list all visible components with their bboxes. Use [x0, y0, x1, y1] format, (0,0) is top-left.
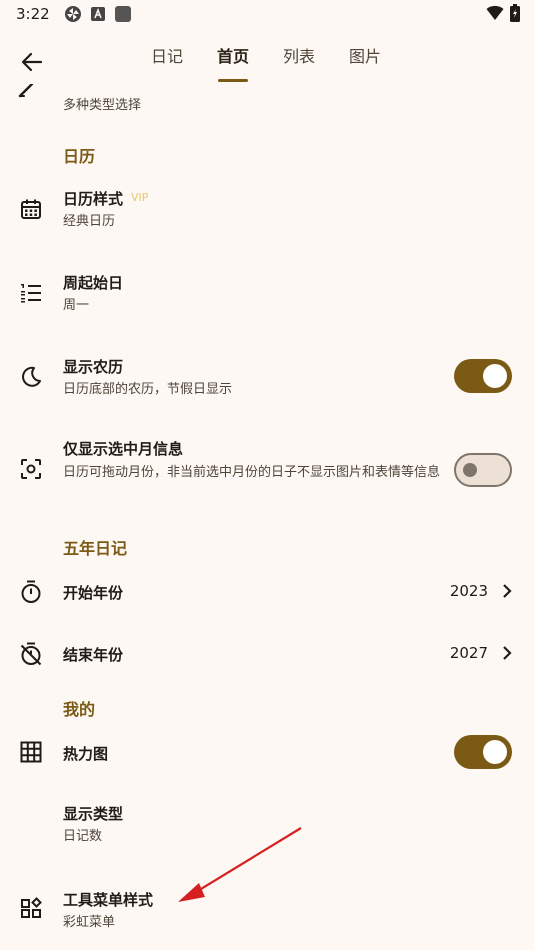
setting-title: 热力图: [63, 745, 109, 763]
timer-icon: [18, 579, 44, 605]
list-item-partial[interactable]: 多种类型选择: [0, 84, 534, 120]
chevron-right-icon: [502, 583, 512, 603]
grid-icon: [18, 739, 44, 765]
lunar-toggle[interactable]: [454, 359, 512, 393]
back-button[interactable]: [14, 44, 50, 80]
section-title-mine: 我的: [63, 700, 96, 719]
setting-subtitle: 日历可拖动月份，非当前选中月份的日子不显示图片和表情等信息: [63, 465, 441, 480]
tab-bar: 日记 首页 列表 图片: [134, 46, 398, 82]
setting-subtitle: 周一: [63, 298, 90, 313]
setting-title: 结束年份: [63, 646, 124, 664]
setting-selected-month-only[interactable]: 仅显示选中月信息 日历可拖动月份，非当前选中月份的日子不显示图片和表情等信息: [0, 432, 534, 508]
setting-week-start[interactable]: 周起始日 周一: [0, 264, 534, 324]
heatmap-toggle[interactable]: [454, 735, 512, 769]
list-numbered-icon: [18, 280, 44, 306]
setting-end-year[interactable]: 结束年份 2027: [0, 632, 534, 676]
toggle-knob: [483, 364, 507, 388]
setting-title: 工具菜单样式: [63, 891, 154, 909]
setting-subtitle: 日记数: [63, 829, 103, 844]
setting-title: 开始年份: [63, 584, 124, 602]
focus-icon: [18, 456, 44, 482]
pen-icon: [18, 84, 38, 104]
setting-title: 显示农历: [63, 358, 124, 376]
start-year-value: 2023: [449, 582, 488, 600]
square-notification-icon: [114, 5, 132, 23]
status-bar: 3:22: [0, 0, 534, 28]
setting-start-year[interactable]: 开始年份 2023: [0, 570, 534, 614]
setting-heatmap[interactable]: 热力图: [0, 730, 534, 774]
setting-title: 日历样式: [63, 190, 124, 208]
status-time: 3:22: [16, 5, 50, 23]
toggle-knob: [483, 740, 507, 764]
setting-title: 周起始日: [63, 274, 124, 292]
setting-calendar-style[interactable]: 日历样式 VIP 经典日历: [0, 180, 534, 240]
setting-subtitle: 日历底部的农历，节假日显示: [63, 382, 233, 397]
setting-subtitle: 经典日历: [63, 214, 116, 229]
arrow-left-icon: [21, 52, 43, 72]
timer-off-icon: [18, 641, 44, 667]
section-title-calendar: 日历: [63, 147, 96, 166]
section-title-five-year: 五年日记: [63, 539, 128, 558]
setting-subtitle: 彩虹菜单: [63, 915, 116, 930]
tab-home[interactable]: 首页: [200, 46, 266, 82]
tab-diary[interactable]: 日记: [134, 46, 200, 76]
top-bar: 日记 首页 列表 图片: [0, 36, 534, 88]
tab-list[interactable]: 列表: [266, 46, 332, 76]
calendar-icon: [18, 196, 44, 222]
vip-badge: VIP: [131, 191, 149, 204]
battery-icon: [510, 4, 520, 26]
end-year-value: 2027: [449, 644, 488, 662]
toggle-knob: [463, 463, 477, 477]
selected-month-toggle[interactable]: [454, 453, 512, 487]
setting-toolbar-style[interactable]: 工具菜单样式 彩虹菜单: [0, 880, 534, 940]
font-notification-icon: [90, 6, 106, 22]
wifi-icon: [486, 5, 504, 25]
chevron-right-icon: [502, 645, 512, 665]
app-notification-icon: [64, 5, 82, 23]
widgets-icon: [18, 895, 44, 921]
moon-icon: [18, 364, 44, 390]
setting-show-lunar[interactable]: 显示农历 日历底部的农历，节假日显示: [0, 348, 534, 408]
partial-row-subtitle: 多种类型选择: [63, 98, 142, 113]
setting-title: 显示类型: [63, 805, 124, 823]
tab-pictures[interactable]: 图片: [332, 46, 398, 76]
setting-title: 仅显示选中月信息: [63, 440, 184, 458]
setting-display-type[interactable]: 显示类型 日记数: [0, 795, 534, 855]
